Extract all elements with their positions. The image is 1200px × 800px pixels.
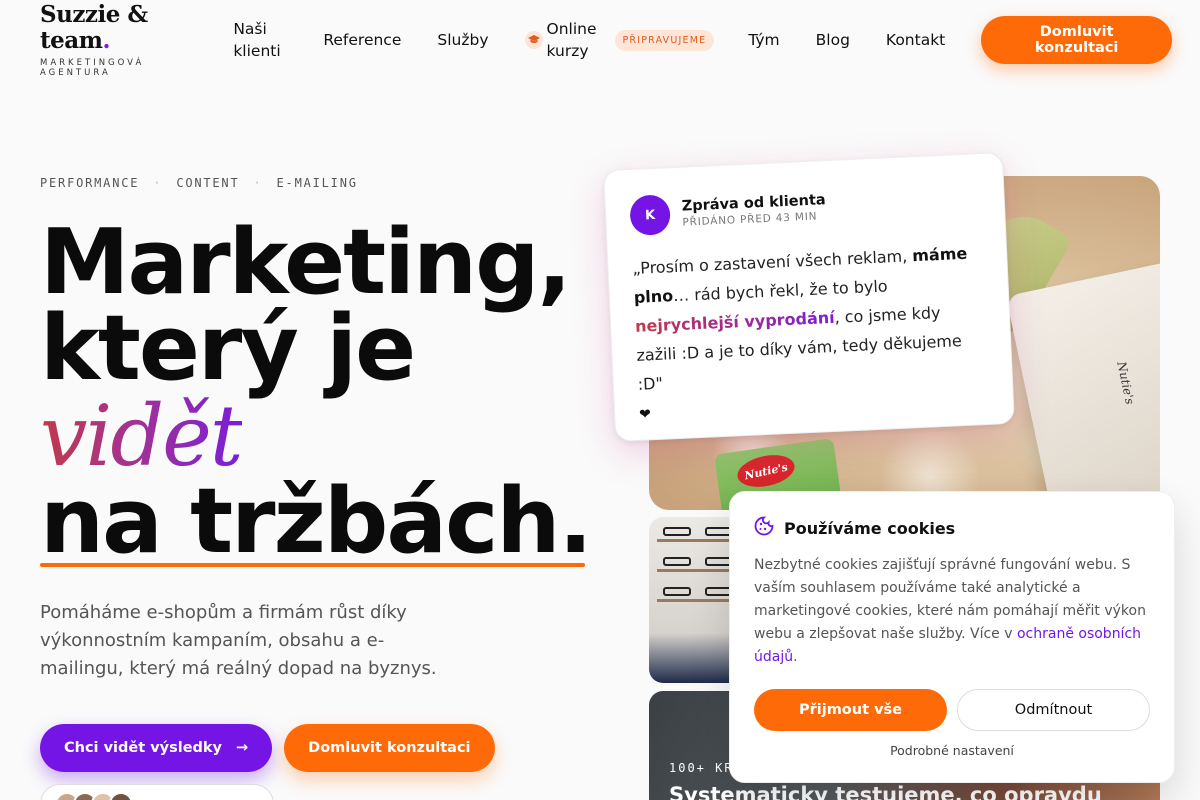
logo-text: Suzzie & team bbox=[40, 1, 148, 54]
eyebrow-item: PERFORMANCE bbox=[40, 176, 140, 190]
graduation-cap-icon bbox=[524, 31, 543, 49]
main-nav: Naši klienti Reference Služby Online kur… bbox=[233, 18, 981, 62]
cookie-icon bbox=[754, 516, 774, 540]
nav-item-kontakt[interactable]: Kontakt bbox=[886, 29, 945, 51]
coming-soon-badge: PŘIPRAVUJEME bbox=[614, 29, 715, 51]
eyebrow-item: CONTENT bbox=[176, 176, 240, 190]
hero-eyebrow: PERFORMANCE · CONTENT · E-MAILING bbox=[40, 176, 358, 190]
eyebrow-separator: · bbox=[153, 176, 163, 190]
client-avatar: K bbox=[629, 194, 672, 237]
hero-cta-row: Chci vidět výsledky → Domluvit konzultac… bbox=[40, 724, 495, 772]
case-study-tag: 100+ KR bbox=[669, 761, 734, 775]
headline-line-2: který je bbox=[40, 296, 416, 401]
message-text: „Prosím o zastavení všech reklam, bbox=[632, 246, 913, 278]
cookie-heading: Používáme cookies bbox=[784, 518, 956, 538]
logo-name: Suzzie & team. bbox=[40, 2, 207, 54]
message-header: K Zpráva od klienta PŘIDÁNO PŘED 43 MIN bbox=[629, 180, 980, 237]
see-results-button[interactable]: Chci vidět výsledky → bbox=[40, 724, 273, 772]
nav-item-tym[interactable]: Tým bbox=[748, 29, 779, 51]
nav-item-kurzy[interactable]: Online kurzy bbox=[547, 18, 599, 62]
see-results-label: Chci vidět výsledky bbox=[64, 740, 223, 756]
headline-line-4: na tržbách. bbox=[40, 469, 593, 574]
message-highlight: nejrychlejší vyprodání bbox=[634, 307, 836, 336]
nav-item-reference[interactable]: Reference bbox=[323, 29, 401, 51]
case-study-title: Systematicky testujeme, co opravdu bbox=[669, 783, 1102, 800]
site-header: Suzzie & team. MARKETINGOVÁ AGENTURA Naš… bbox=[0, 0, 1200, 80]
message-body: „Prosím o zastavení všech reklam, máme p… bbox=[632, 238, 988, 399]
cookie-text-end: . bbox=[793, 649, 798, 665]
nav-item-blog[interactable]: Blog bbox=[816, 29, 850, 51]
message-text: … rád bych řekl, že to bylo bbox=[672, 276, 888, 306]
glasses-frame bbox=[663, 527, 691, 536]
reject-button[interactable]: Odmítnout bbox=[957, 689, 1150, 731]
logo-tagline: MARKETINGOVÁ AGENTURA bbox=[40, 58, 145, 78]
client-avatars-pill bbox=[40, 784, 274, 800]
accept-all-button[interactable]: Přijmout vše bbox=[754, 689, 947, 731]
glasses-frame bbox=[663, 557, 691, 566]
eyebrow-item: E-MAILING bbox=[276, 176, 358, 190]
header-consultation-button[interactable]: Domluvit konzultaci bbox=[981, 16, 1172, 64]
cookie-banner: Používáme cookies Nezbytné cookies zajiš… bbox=[729, 491, 1175, 783]
hero-headline: Marketing, který je vidět na tržbách. bbox=[40, 210, 600, 574]
cookie-buttons: Přijmout vše Odmítnout bbox=[754, 689, 1150, 731]
eyebrow-separator: · bbox=[253, 176, 263, 190]
cookie-title-row: Používáme cookies bbox=[754, 516, 1150, 540]
avatar bbox=[109, 792, 133, 800]
arrow-right-icon: → bbox=[236, 740, 249, 756]
logo-dot: . bbox=[102, 27, 111, 54]
hero-consultation-button[interactable]: Domluvit konzultaci bbox=[284, 724, 495, 772]
logo[interactable]: Suzzie & team. MARKETINGOVÁ AGENTURA bbox=[40, 2, 207, 79]
nav-item-klienti[interactable]: Naši klienti bbox=[233, 18, 287, 62]
nav-item-sluzby[interactable]: Služby bbox=[437, 29, 488, 51]
hero-lead: Pomáháme e-shopům a firmám růst díky výk… bbox=[40, 602, 437, 679]
headline-line-1: Marketing, bbox=[40, 210, 572, 315]
cookie-description: Nezbytné cookies zajišťují správné fungo… bbox=[754, 554, 1150, 669]
client-message-card: K Zpráva od klienta PŘIDÁNO PŘED 43 MIN … bbox=[603, 152, 1015, 442]
glasses-frame bbox=[663, 587, 691, 596]
cookie-settings-link[interactable]: Podrobné nastavení bbox=[754, 743, 1150, 758]
nav-item-kurzy-group[interactable]: Online kurzy PŘIPRAVUJEME bbox=[524, 18, 715, 62]
